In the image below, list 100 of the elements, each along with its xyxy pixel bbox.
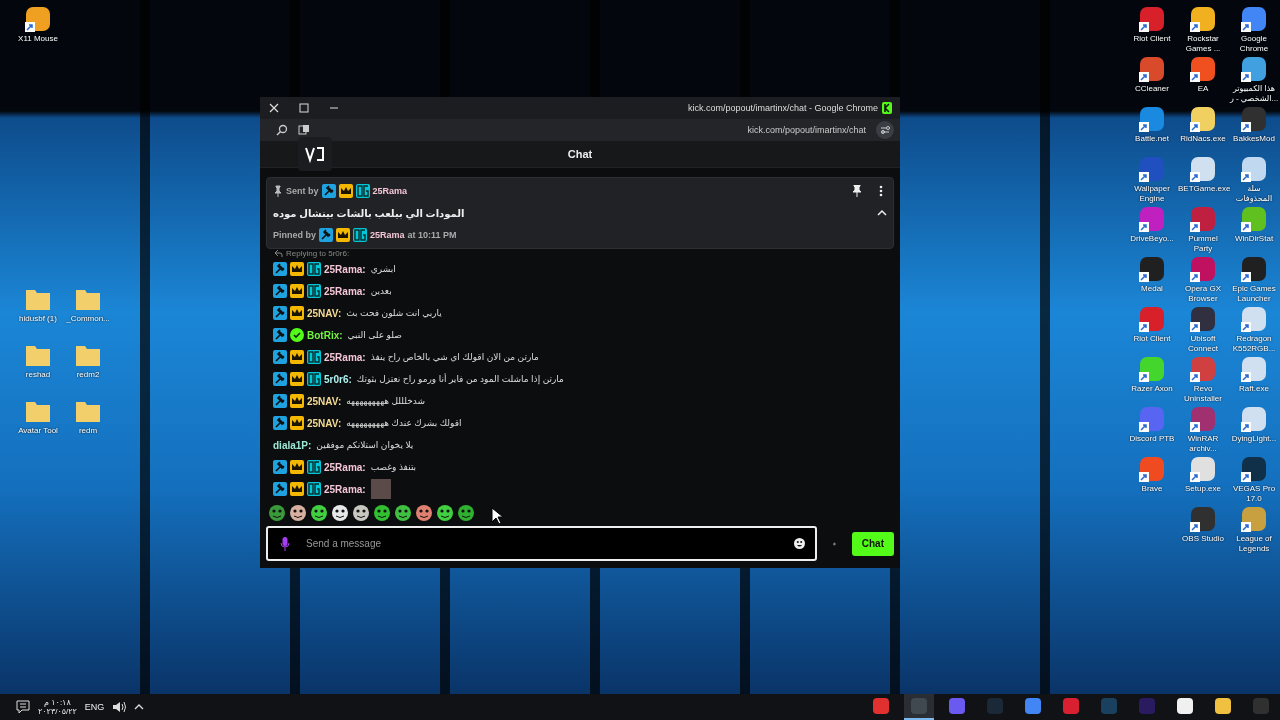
pinned-by-label: Pinned by xyxy=(273,230,316,240)
desktop-shortcut[interactable]: Brave xyxy=(1127,454,1177,504)
username[interactable]: 25NAV: xyxy=(307,307,342,319)
more-options-icon[interactable] xyxy=(879,185,883,197)
language-indicator[interactable]: ENG xyxy=(84,702,105,712)
desktop-shortcut[interactable]: League of Legends xyxy=(1229,504,1279,554)
app-icon xyxy=(948,697,966,715)
desktop-shortcut[interactable]: هذا الكمبيوتر الشخصي - ر... xyxy=(1229,54,1279,104)
emote-icon[interactable] xyxy=(373,504,391,522)
og-badge-icon xyxy=(307,350,321,364)
desktop-shortcut[interactable]: CCleaner xyxy=(1127,54,1177,104)
volume-icon[interactable] xyxy=(112,700,127,714)
message-field[interactable]: Send a message xyxy=(266,526,817,561)
app-icon xyxy=(1100,697,1118,715)
maximize-icon[interactable] xyxy=(298,102,310,114)
emote-icon[interactable] xyxy=(457,504,475,522)
emote-icon[interactable] xyxy=(331,504,349,522)
username[interactable]: 25NAV: xyxy=(307,417,342,429)
microphone-icon[interactable] xyxy=(280,535,290,552)
close-icon[interactable] xyxy=(268,102,280,114)
chat-send-button[interactable]: Chat xyxy=(851,531,894,556)
clock-date[interactable]: ٢٠٢٣/٠٥/٢٢ xyxy=(38,707,77,716)
desktop-shortcut[interactable]: DriveBeyo... xyxy=(1127,204,1177,254)
desktop-shortcut[interactable]: VEGAS Pro 17.0 xyxy=(1229,454,1279,504)
message-text: مارتن من الان اقولك اي شي بالخاص راح ينفذ xyxy=(370,352,539,362)
crown-badge-icon xyxy=(290,284,304,298)
crown-badge-icon xyxy=(290,372,304,386)
message-input[interactable]: Send a message xyxy=(304,537,780,550)
hammer-badge-icon xyxy=(273,328,287,342)
emote-icon[interactable] xyxy=(415,504,433,522)
crown-badge-icon xyxy=(290,350,304,364)
desktop-shortcut[interactable]: Revo Uninstaller xyxy=(1178,354,1228,404)
desktop-shortcut[interactable]: WinDirStat xyxy=(1229,204,1279,254)
desktop-shortcut[interactable]: Ubisoft Connect xyxy=(1178,304,1228,354)
desktop-shortcut[interactable]: Pummel Party xyxy=(1178,204,1228,254)
desktop-shortcut[interactable]: DyingLight... xyxy=(1229,404,1279,454)
desktop-shortcut[interactable]: سلة المحذوفات xyxy=(1229,154,1279,204)
clock-time[interactable]: ١٠:١٨ م xyxy=(44,698,71,707)
emote-icon[interactable] xyxy=(310,504,328,522)
emote-icon[interactable] xyxy=(436,504,454,522)
desktop-shortcut[interactable]: Google Chrome xyxy=(1229,4,1279,54)
zoom-icon[interactable] xyxy=(276,124,288,136)
hammer-badge-icon xyxy=(273,372,287,386)
desktop-shortcut[interactable]: OBS Studio xyxy=(1178,504,1228,554)
desktop-shortcut[interactable]: Redragon K552RGB... xyxy=(1229,304,1279,354)
og-badge-icon xyxy=(353,228,367,242)
desktop-shortcut[interactable]: reshad xyxy=(13,340,63,390)
app-icon xyxy=(1138,697,1156,715)
message-text: شدخلللل هههههههههه xyxy=(346,396,426,406)
desktop-shortcut[interactable]: hidusbf (1) xyxy=(13,284,63,334)
mouse-cursor-icon xyxy=(491,507,502,524)
og-badge-icon xyxy=(307,482,321,496)
desktop-shortcut[interactable]: Avatar Tool xyxy=(13,396,63,446)
desktop-shortcut[interactable]: Raft.exe xyxy=(1229,354,1279,404)
desktop-shortcut[interactable]: X11 Mouse xyxy=(13,4,63,54)
username[interactable]: 25Rama: xyxy=(324,351,366,363)
emote-icon[interactable] xyxy=(352,504,370,522)
sent-by-label: Sent by xyxy=(286,186,319,196)
desktop-shortcut[interactable]: Rockstar Games ... xyxy=(1178,4,1228,54)
hammer-badge-icon xyxy=(321,184,336,198)
desktop-shortcut[interactable]: Razer Axon xyxy=(1127,354,1177,404)
emote-icon[interactable] xyxy=(394,504,412,522)
username[interactable]: 25Rama xyxy=(372,186,408,196)
site-settings-icon[interactable] xyxy=(876,121,894,139)
emoji-icon[interactable] xyxy=(794,538,805,549)
desktop-shortcut[interactable]: redm2 xyxy=(63,340,113,390)
desktop-shortcut[interactable]: Epic Games Launcher xyxy=(1229,254,1279,304)
notifications-icon[interactable] xyxy=(16,700,30,714)
desktop-shortcut[interactable]: redm xyxy=(63,396,113,446)
desktop-shortcut[interactable]: BakkesMod xyxy=(1229,104,1279,154)
username[interactable]: diala1P: xyxy=(273,439,312,451)
desktop-shortcut[interactable]: BETGame.exe xyxy=(1178,154,1228,204)
pin-icon[interactable] xyxy=(852,185,862,197)
desktop-shortcut[interactable]: Medal xyxy=(1127,254,1177,304)
emote-icon[interactable] xyxy=(289,504,307,522)
desktop-shortcut[interactable]: _Common... xyxy=(63,284,113,334)
username[interactable]: 25Rama: xyxy=(324,461,366,473)
desktop-shortcut[interactable]: RidNacs.exe xyxy=(1178,104,1228,154)
username[interactable]: 25Rama: xyxy=(324,263,366,275)
desktop-shortcut[interactable]: Setup.exe xyxy=(1178,454,1228,504)
desktop-shortcut[interactable]: WinRAR archiv... xyxy=(1178,404,1228,454)
app-icon xyxy=(1176,697,1194,715)
desktop-shortcut[interactable]: Battle.net xyxy=(1127,104,1177,154)
username[interactable]: 25NAV: xyxy=(307,395,342,407)
desktop-shortcut[interactable]: Opera GX Browser xyxy=(1178,254,1228,304)
chevron-up-icon[interactable] xyxy=(877,209,887,217)
username[interactable]: BotRix: xyxy=(307,329,343,341)
username[interactable]: 5r0r6: xyxy=(324,373,352,385)
desktop-shortcut[interactable]: Discord PTB xyxy=(1127,404,1177,454)
message-text: مارتن إذا ماشلت المود من فاير أنا ورمو راح نعتزل بثوتك xyxy=(356,374,564,384)
username[interactable]: 25Rama xyxy=(370,230,405,240)
chevron-up-icon[interactable] xyxy=(134,703,145,711)
desktop-shortcut[interactable]: Riot Client xyxy=(1127,4,1177,54)
desktop-shortcut[interactable]: Riot Client xyxy=(1127,304,1177,354)
desktop-shortcut[interactable]: EA xyxy=(1178,54,1228,104)
username[interactable]: 25Rama: xyxy=(324,285,366,297)
username[interactable]: 25Rama: xyxy=(324,483,366,495)
crown-badge-icon xyxy=(338,184,353,198)
taskbar-app[interactable] xyxy=(904,694,934,720)
desktop-shortcut[interactable]: Wallpaper Engine xyxy=(1127,154,1177,204)
